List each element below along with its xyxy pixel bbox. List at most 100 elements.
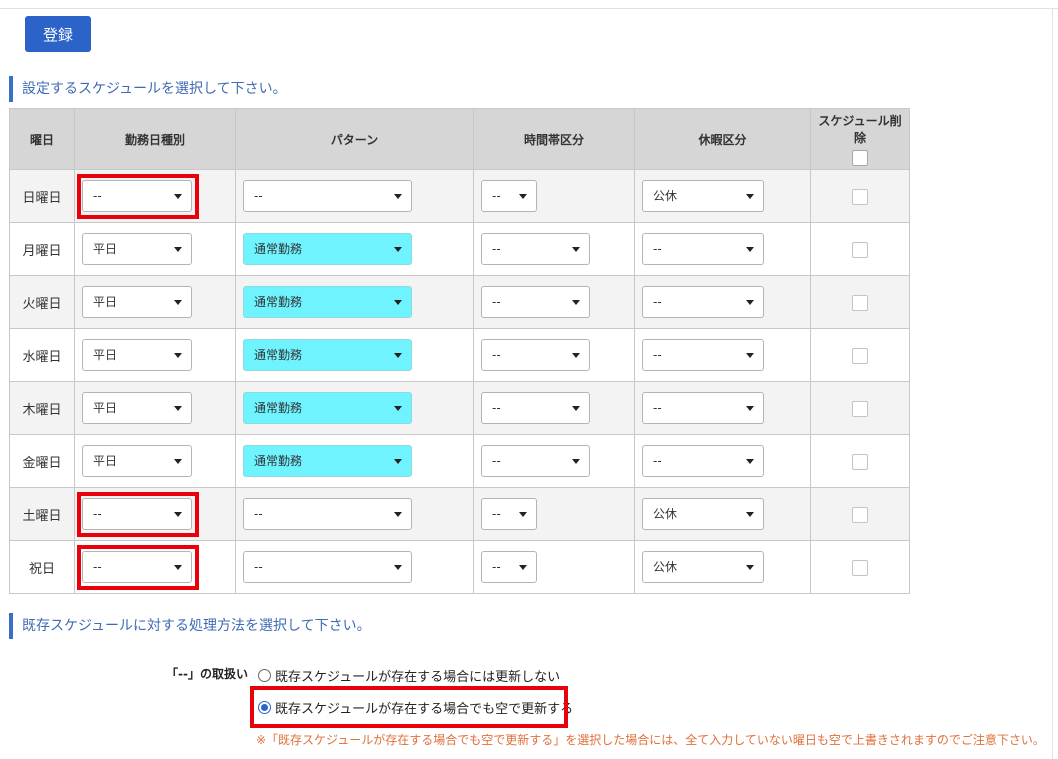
time-zone-select[interactable]: -- [481,445,590,477]
holiday-select[interactable]: -- [642,233,764,265]
holiday-cell: -- [634,328,811,382]
day-cell: 木曜日 [9,381,75,435]
caret-down-icon [746,353,754,358]
pattern-select[interactable]: 通常勤務 [243,392,412,424]
delete-checkbox[interactable] [852,295,868,311]
time-zone-cell: -- [473,381,635,435]
holiday-select[interactable]: -- [642,286,764,318]
table-row: 月曜日 平日 通常勤務 -- -- [9,222,910,276]
delete-checkbox[interactable] [852,454,868,470]
delete-checkbox[interactable] [852,560,868,576]
header-time-zone: 時間帯区分 [473,108,635,170]
caret-down-icon [174,512,182,517]
work-type-select[interactable]: -- [82,498,192,530]
work-type-select[interactable]: 平日 [82,286,192,318]
delete-checkbox[interactable] [852,242,868,258]
radio-option-no-update[interactable]: 既存スケジュールが存在する場合には更新しない [258,666,560,685]
caret-down-icon [746,194,754,199]
time-zone-select[interactable]: -- [481,286,590,318]
handling-label: 「--」の取扱い [166,667,248,681]
table-row: 火曜日 平日 通常勤務 -- -- [9,275,910,329]
work-type-select[interactable]: 平日 [82,339,192,371]
caret-down-icon [572,353,580,358]
delete-checkbox[interactable] [852,401,868,417]
annotation-highlight: -- [77,174,199,219]
pattern-select[interactable]: 通常勤務 [243,445,412,477]
time-zone-cell: -- [473,328,635,382]
time-zone-cell: -- [473,222,635,276]
caution-note: ※「既存スケジュールが存在する場合でも空で更新する」を選択した場合には、全て入力… [256,733,1045,747]
holiday-cell: 公休 [634,169,811,223]
table-row: 土曜日 -- -- -- 公休 [9,487,910,541]
delete-cell [810,434,910,488]
time-zone-select[interactable]: -- [481,339,590,371]
pattern-select[interactable]: 通常勤務 [243,339,412,371]
day-cell: 水曜日 [9,328,75,382]
select-value: 通常勤務 [254,454,303,468]
delete-all-checkbox[interactable] [852,150,868,166]
delete-checkbox[interactable] [852,189,868,205]
holiday-cell: 公休 [634,540,811,594]
header-work-type: 勤務日種別 [74,108,236,170]
select-value: 平日 [93,454,118,468]
work-type-select[interactable]: -- [82,180,192,212]
register-button[interactable]: 登録 [25,16,91,52]
work-type-cell: 平日 [74,328,236,382]
radio-button[interactable] [258,669,271,682]
pattern-select[interactable]: -- [243,551,412,583]
caret-down-icon [174,459,182,464]
work-type-select[interactable]: 平日 [82,445,192,477]
pattern-select[interactable]: 通常勤務 [243,233,412,265]
select-value: 平日 [93,401,118,415]
delete-checkbox[interactable] [852,507,868,523]
header-delete: スケジュール削除 [810,108,910,170]
schedule-table: 曜日 勤務日種別 パターン 時間帯区分 休暇区分 スケジュール削除 日曜日 --… [9,108,910,594]
delete-cell [810,222,910,276]
time-zone-cell: -- [473,434,635,488]
select-value: -- [653,242,662,256]
caret-down-icon [519,512,527,517]
day-cell: 日曜日 [9,169,75,223]
select-value: 通常勤務 [254,401,303,415]
caret-down-icon [394,565,402,570]
pattern-select[interactable]: 通常勤務 [243,286,412,318]
select-value: 平日 [93,295,118,309]
caret-down-icon [572,406,580,411]
pattern-select[interactable]: -- [243,498,412,530]
holiday-select[interactable]: -- [642,445,764,477]
select-value: -- [653,454,662,468]
select-value: 公休 [653,189,678,203]
work-type-select[interactable]: 平日 [82,233,192,265]
select-value: -- [254,507,263,521]
delete-cell [810,169,910,223]
time-zone-select[interactable]: -- [481,392,590,424]
time-zone-select[interactable]: -- [481,233,590,265]
table-header-row: 曜日 勤務日種別 パターン 時間帯区分 休暇区分 スケジュール削除 [9,108,910,170]
holiday-cell: -- [634,275,811,329]
holiday-select[interactable]: -- [642,339,764,371]
time-zone-select[interactable]: -- [481,180,537,212]
time-zone-select[interactable]: -- [481,551,537,583]
caret-down-icon [572,247,580,252]
select-value: 通常勤務 [254,348,303,362]
section-title-schedule: 設定するスケジュールを選択して下さい。 [9,76,287,102]
holiday-select[interactable]: 公休 [642,551,764,583]
time-zone-select[interactable]: -- [481,498,537,530]
pattern-cell: 通常勤務 [235,222,474,276]
select-value: -- [492,189,501,203]
delete-cell [810,540,910,594]
holiday-select[interactable]: 公休 [642,180,764,212]
caret-down-icon [174,565,182,570]
select-value: -- [93,189,102,203]
work-type-select[interactable]: 平日 [82,392,192,424]
table-row: 木曜日 平日 通常勤務 -- -- [9,381,910,435]
holiday-select[interactable]: -- [642,392,764,424]
holiday-select[interactable]: 公休 [642,498,764,530]
time-zone-cell: -- [473,169,635,223]
work-type-select[interactable]: -- [82,551,192,583]
annotation-highlight: -- [77,545,199,590]
delete-checkbox[interactable] [852,348,868,364]
work-type-cell: 平日 [74,434,236,488]
pattern-select[interactable]: -- [243,180,412,212]
delete-cell [810,328,910,382]
